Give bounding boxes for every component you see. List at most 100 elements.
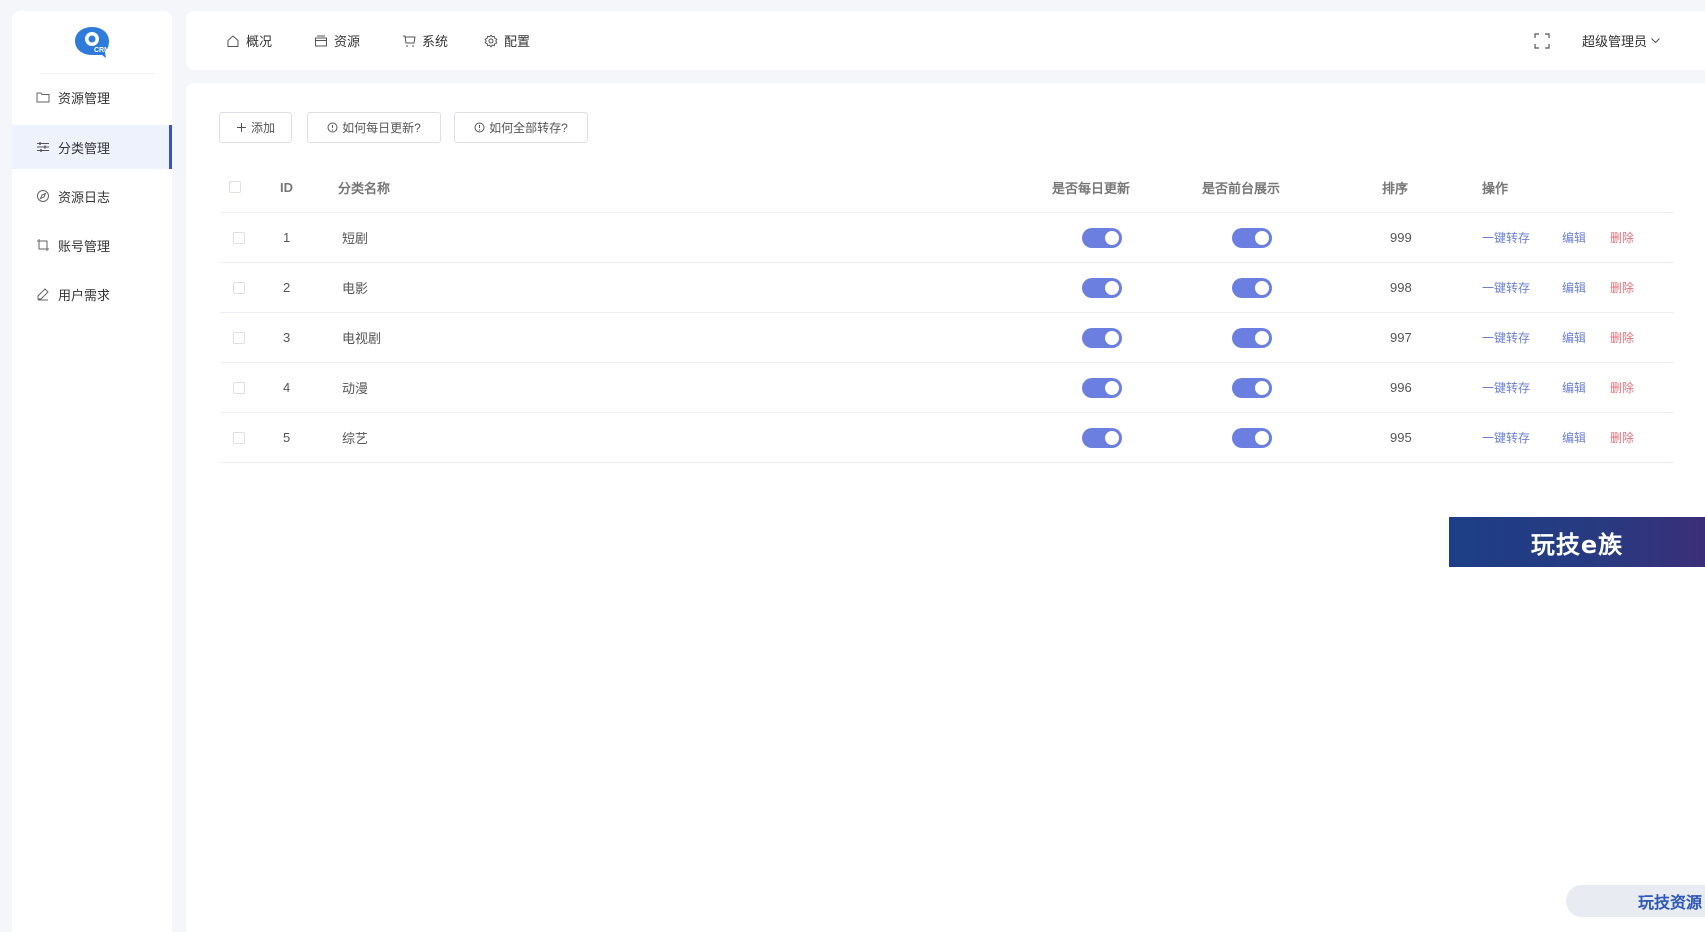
sidebar-item-log[interactable]: 资源日志 (12, 174, 172, 218)
front-display-switch[interactable] (1232, 227, 1272, 248)
cell-sort: 998 (1390, 280, 1412, 295)
front-display-switch[interactable] (1232, 427, 1272, 448)
logo[interactable]: CRM (12, 11, 172, 73)
sidebar-item-label: 用户需求 (58, 287, 111, 303)
user-menu[interactable]: 超级管理员 (1582, 11, 1661, 70)
cell-name: 电影 (342, 281, 369, 296)
edit-link[interactable]: 编辑 (1562, 229, 1586, 246)
fullscreen-icon[interactable] (1534, 33, 1550, 49)
edit-link[interactable]: 编辑 (1562, 429, 1586, 446)
compass-icon (36, 189, 50, 203)
user-name: 超级管理员 (1582, 34, 1648, 49)
daily-update-switch[interactable] (1082, 277, 1122, 298)
cell-name: 短剧 (342, 231, 369, 246)
pen-icon (36, 287, 50, 301)
transfer-link[interactable]: 一键转存 (1482, 329, 1530, 346)
crm-logo-icon: CRM (75, 27, 110, 58)
edit-link[interactable]: 编辑 (1562, 329, 1586, 346)
sidebar-item-requests[interactable]: 用户需求 (12, 272, 172, 316)
cell-name: 电视剧 (342, 331, 382, 346)
info-icon (327, 122, 338, 133)
cell-sort: 997 (1390, 330, 1412, 345)
transfer-link[interactable]: 一键转存 (1482, 279, 1530, 296)
row-checkbox[interactable] (233, 231, 245, 244)
column-daily-update: 是否每日更新 (1052, 180, 1131, 196)
switch-knob (1105, 230, 1119, 245)
transfer-link[interactable]: 一键转存 (1482, 379, 1530, 396)
delete-link[interactable]: 删除 (1610, 329, 1634, 346)
crop-icon (36, 238, 50, 252)
front-display-switch[interactable] (1232, 377, 1272, 398)
watermark-badge: 玩技资源 (1566, 885, 1705, 917)
cell-sort: 995 (1390, 430, 1412, 445)
table-row: 5 综艺 995 一键转存 编辑 删除 (220, 413, 1674, 463)
nav-overview[interactable]: 概况 (226, 11, 272, 70)
switch-knob (1105, 280, 1119, 295)
switch-knob (1255, 330, 1269, 345)
transfer-all-help-label: 如何全部转存? (489, 121, 568, 135)
daily-update-switch[interactable] (1082, 377, 1122, 398)
column-sort: 排序 (1382, 180, 1409, 196)
sliders-icon (36, 140, 50, 154)
column-operations: 操作 (1482, 180, 1509, 196)
info-icon (474, 122, 485, 133)
nav-label: 配置 (504, 34, 531, 49)
transfer-link[interactable]: 一键转存 (1482, 229, 1530, 246)
sidebar-item-label: 资源管理 (58, 90, 111, 106)
front-display-switch[interactable] (1232, 327, 1272, 348)
add-button-label: 添加 (250, 121, 275, 135)
table-row: 3 电视剧 997 一键转存 编辑 删除 (220, 313, 1674, 363)
column-id: ID (280, 179, 293, 195)
folder-icon (36, 90, 50, 104)
table-header: ID 分类名称 是否每日更新 是否前台展示 排序 操作 (220, 162, 1674, 213)
nav-label: 概况 (246, 34, 273, 49)
nav-label: 系统 (422, 34, 449, 49)
gear-icon (484, 33, 498, 48)
front-display-switch[interactable] (1232, 277, 1272, 298)
cell-id: 4 (283, 380, 291, 395)
select-all-checkbox[interactable] (229, 181, 241, 193)
add-button[interactable]: 添加 (219, 112, 292, 143)
edit-link[interactable]: 编辑 (1562, 379, 1586, 396)
row-checkbox[interactable] (233, 431, 245, 444)
row-checkbox[interactable] (233, 381, 245, 394)
sidebar-item-account[interactable]: 账号管理 (12, 223, 172, 267)
cell-sort: 999 (1390, 230, 1412, 245)
chevron-down-icon (1650, 35, 1661, 46)
edit-link[interactable]: 编辑 (1562, 279, 1586, 296)
nav-resource[interactable]: 资源 (314, 11, 360, 70)
daily-update-help-button[interactable]: 如何每日更新? (307, 112, 441, 143)
daily-update-help-label: 如何每日更新? (342, 121, 421, 135)
nav-config[interactable]: 配置 (484, 11, 530, 70)
switch-knob (1255, 430, 1269, 445)
row-checkbox[interactable] (233, 281, 245, 294)
delete-link[interactable]: 删除 (1610, 429, 1634, 446)
transfer-all-help-button[interactable]: 如何全部转存? (454, 112, 588, 143)
sidebar-item-label: 分类管理 (58, 140, 111, 156)
nav-system[interactable]: 系统 (402, 11, 448, 70)
delete-link[interactable]: 删除 (1610, 229, 1634, 246)
sidebar-item-resource[interactable]: 资源管理 (12, 75, 172, 119)
switch-knob (1255, 230, 1269, 245)
main-panel: 添加 如何每日更新? 如何全部转存? ID 分类名称 是否每日更新 是否前台展示… (186, 83, 1705, 932)
switch-knob (1255, 280, 1269, 295)
switch-knob (1255, 380, 1269, 395)
row-checkbox[interactable] (233, 331, 245, 344)
sidebar-item-category[interactable]: 分类管理 (12, 125, 172, 169)
daily-update-switch[interactable] (1082, 427, 1122, 448)
cell-name: 动漫 (342, 381, 369, 396)
nav-label: 资源 (334, 34, 361, 49)
brand-banner: 玩技e族 (1449, 517, 1705, 567)
daily-update-switch[interactable] (1082, 327, 1122, 348)
switch-knob (1105, 330, 1119, 345)
delete-link[interactable]: 删除 (1610, 279, 1634, 296)
transfer-link[interactable]: 一键转存 (1482, 429, 1530, 446)
daily-update-switch[interactable] (1082, 227, 1122, 248)
cell-sort: 996 (1390, 380, 1412, 395)
delete-link[interactable]: 删除 (1610, 379, 1634, 396)
cart-icon (402, 34, 416, 48)
cell-id: 3 (283, 330, 291, 345)
cell-id: 1 (283, 230, 291, 245)
logo-text: CRM (94, 47, 110, 54)
home-icon (226, 34, 240, 48)
